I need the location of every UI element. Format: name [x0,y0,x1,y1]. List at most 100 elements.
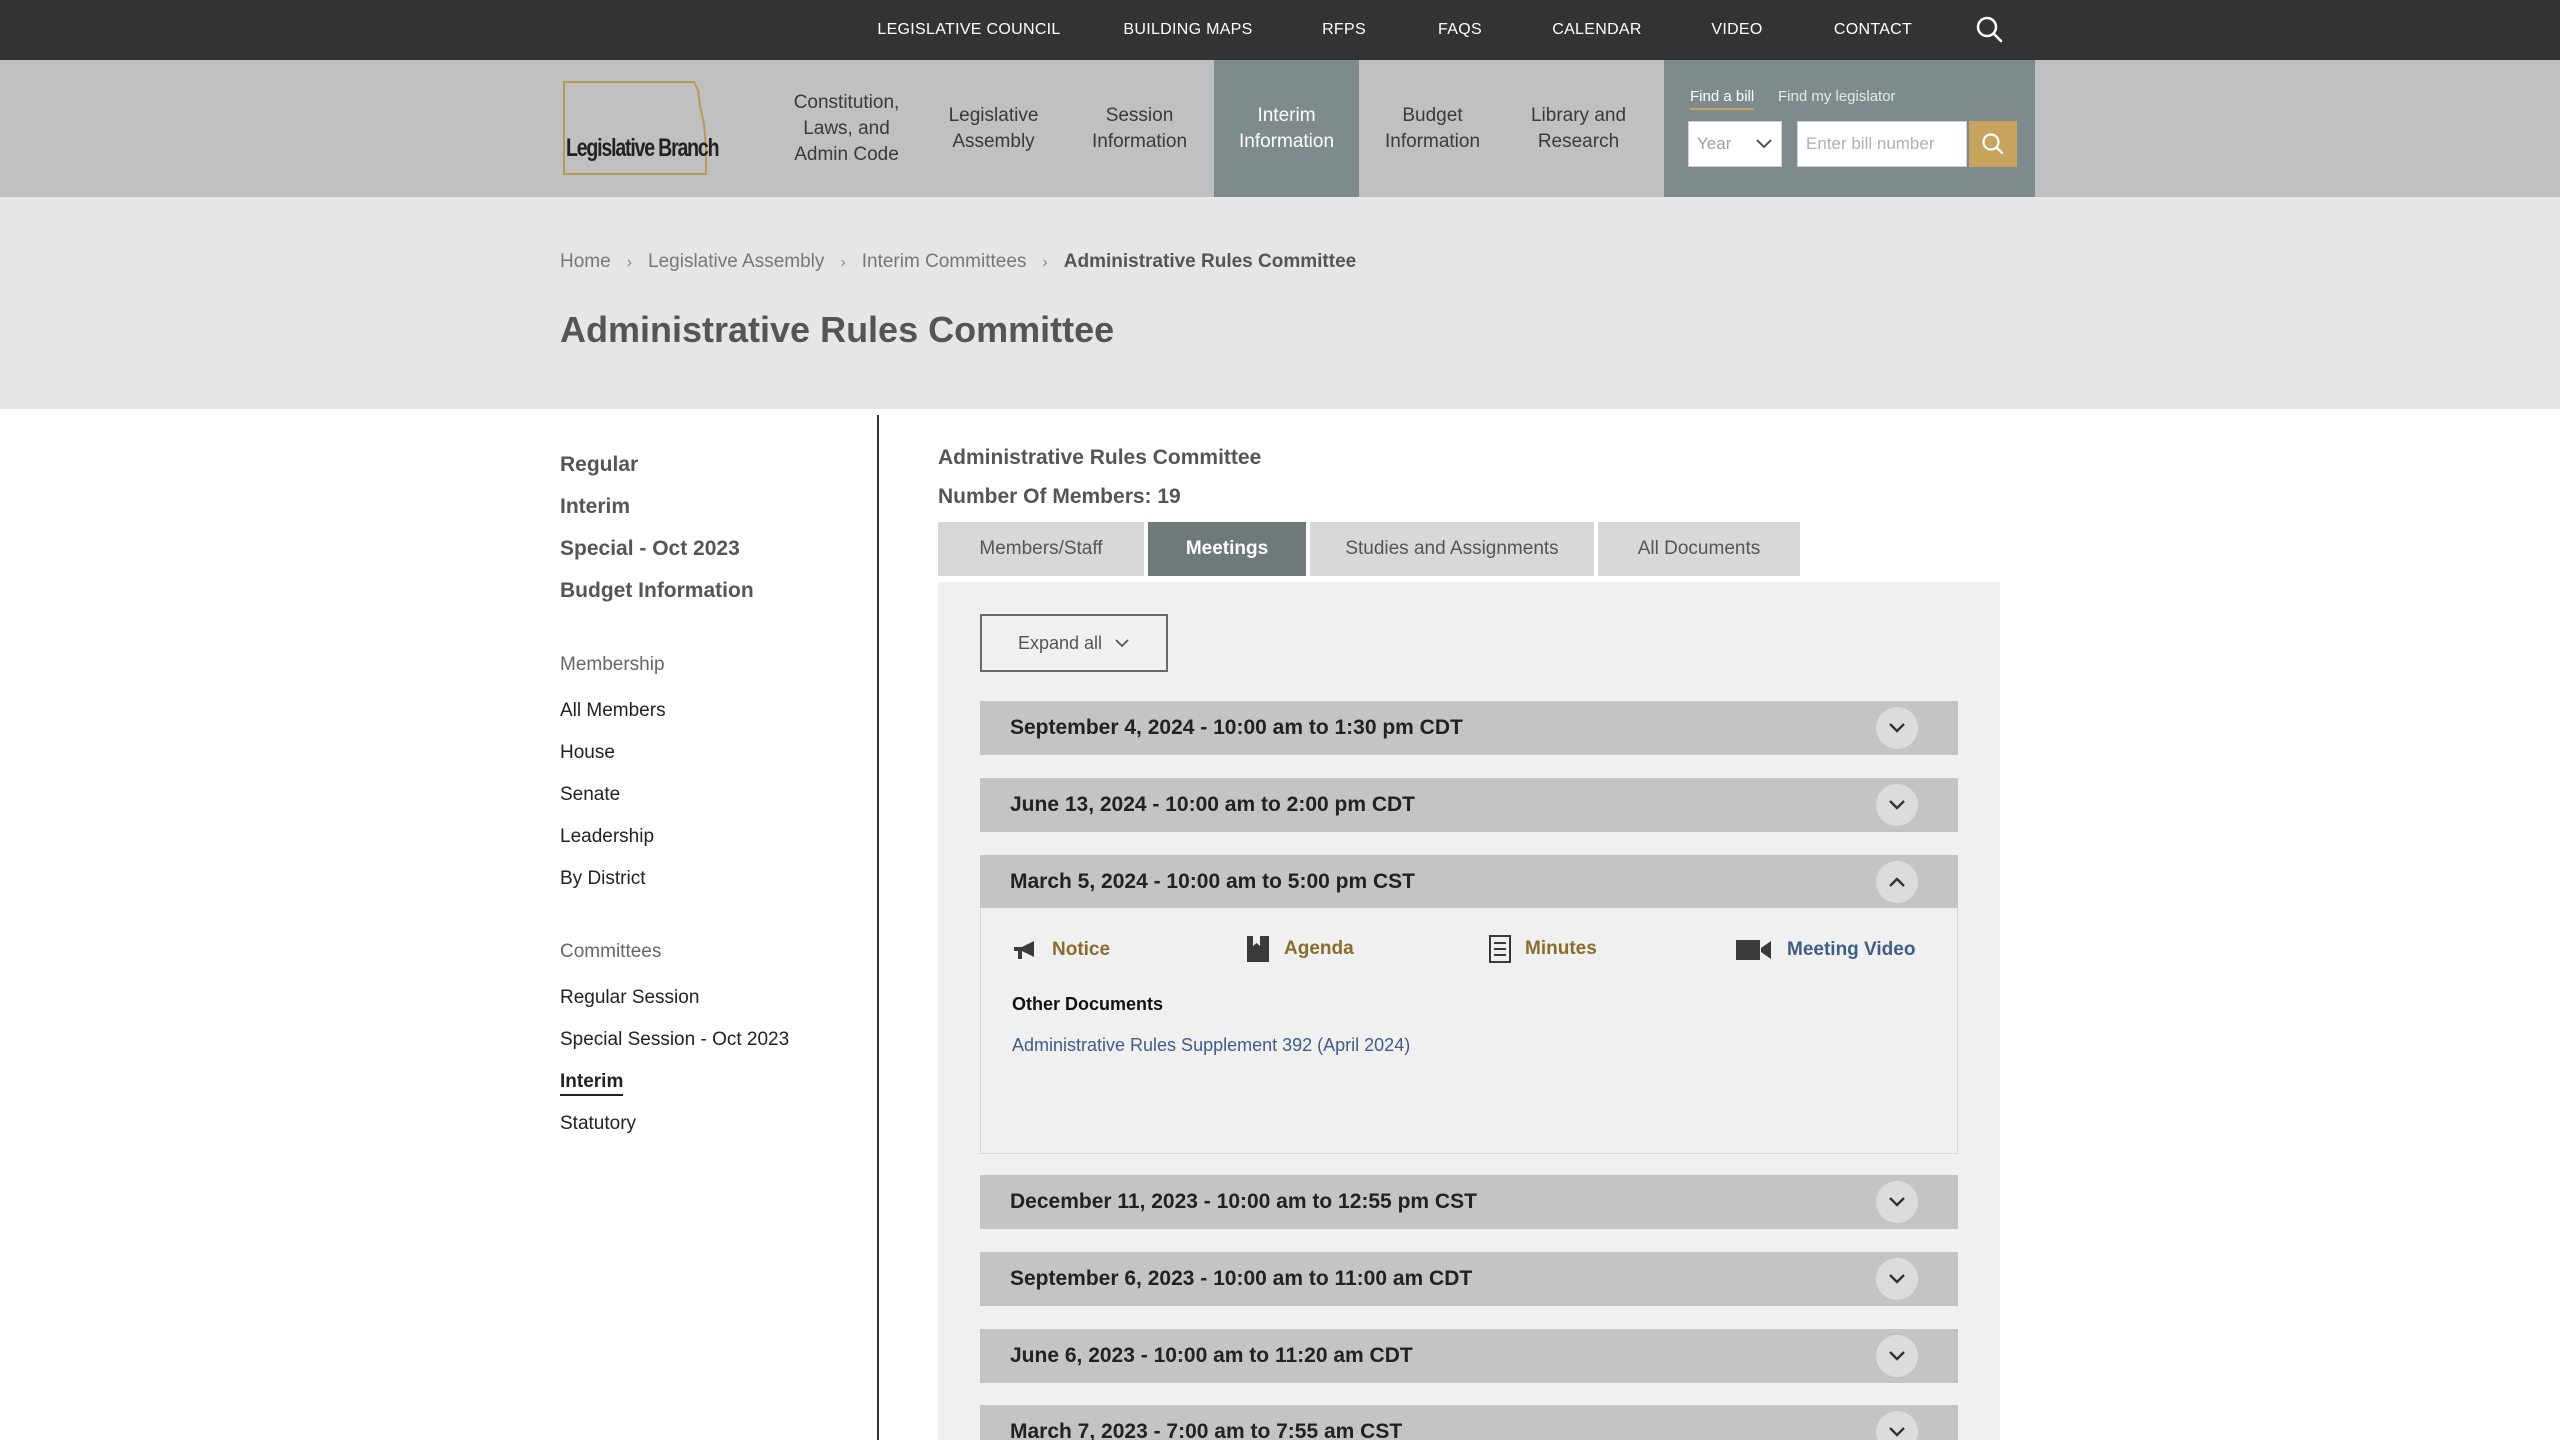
tab-meetings[interactable]: Meetings [1148,522,1306,576]
nav-interim-information[interactable]: Interim Information [1214,60,1359,197]
sidebar-link-all-members[interactable]: All Members [560,700,666,722]
sidebar-item-special-oct-2023[interactable]: Special - Oct 2023 [560,537,740,561]
chevron-down-icon [1889,1427,1905,1437]
sidebar-link-regular-session[interactable]: Regular Session [560,987,699,1009]
meeting-row[interactable]: June 6, 2023 - 10:00 am to 11:20 am CDT [980,1329,1958,1383]
meetings-panel: Expand all September 4, 2024 - 10:00 am … [938,582,2000,1440]
nav-legislative-assembly[interactable]: Legislative Assembly [921,60,1066,197]
nav-library-and-research[interactable]: Library and Research [1506,60,1651,197]
breadcrumb: Home › Legislative Assembly › Interim Commit… [560,251,1356,273]
chevron-up-icon [1889,877,1905,887]
expand-toggle[interactable] [1876,1181,1918,1223]
util-link-contact[interactable]: CONTACT [1834,0,1912,60]
util-link-legislative-council[interactable]: LEGISLATIVE COUNCIL [877,0,1060,60]
agenda-label: Agenda [1284,938,1354,959]
meeting-date: September 6, 2023 - 10:00 am to 11:00 am… [1010,1267,1473,1290]
search-icon [1982,133,2004,155]
agenda-link[interactable]: Agenda [1246,935,1354,963]
sidebar-item-regular[interactable]: Regular [560,453,638,477]
sidebar-link-house[interactable]: House [560,742,615,764]
breadcrumb-separator: › [840,254,846,271]
util-link-rfps[interactable]: RFPS [1322,0,1366,60]
expand-toggle[interactable] [1876,1258,1918,1300]
chevron-down-icon [1889,800,1905,810]
state-outline-icon [563,81,707,175]
tab-members-staff[interactable]: Members/Staff [938,522,1144,576]
minutes-label: Minutes [1525,938,1597,959]
find-bill-search-button[interactable] [1969,121,2017,167]
tab-studies-and-assignments[interactable]: Studies and Assignments [1310,522,1594,576]
logo-text: Legislative Branch [566,134,720,162]
meeting-video-link[interactable]: Meeting Video [1735,938,1915,962]
chevron-down-icon [1889,1274,1905,1284]
notice-link[interactable]: Notice [1012,938,1110,962]
meeting-date: September 4, 2024 - 10:00 am to 1:30 pm … [1010,716,1463,739]
breadcrumb-interim-committees[interactable]: Interim Committees [862,251,1027,272]
legislative-branch-logo[interactable]: Legislative Branch [560,78,720,178]
util-link-faqs[interactable]: FAQS [1438,0,1482,60]
find-bill-panel: Find a bill Find my legislator Year [1664,60,2035,197]
site-search-button[interactable] [1974,14,2006,46]
expand-all-button[interactable]: Expand all [980,614,1168,672]
page-title: Administrative Rules Committee [560,309,1115,350]
meeting-date: December 11, 2023 - 10:00 am to 12:55 pm… [1010,1190,1477,1213]
chevron-down-icon [1115,639,1129,648]
breadcrumb-separator: › [626,254,633,271]
breadcrumb-home[interactable]: Home [560,251,611,272]
util-link-calendar[interactable]: CALENDAR [1552,0,1642,60]
year-select-label: Year [1697,134,1732,153]
main-header: Legislative Branch Constitution, Laws, a… [0,60,2560,197]
nav-constitution-laws-admin-code[interactable]: Constitution, Laws, and Admin Code [774,60,919,197]
bill-number-input[interactable] [1797,121,1967,167]
nav-budget-information[interactable]: Budget Information [1360,60,1505,197]
meeting-date: March 7, 2023 - 7:00 am to 7:55 am CST [1010,1420,1403,1440]
chevron-down-icon [1889,1351,1905,1361]
expand-toggle[interactable] [1876,1411,1918,1440]
sidebar-link-leadership[interactable]: Leadership [560,826,654,848]
meeting-row[interactable]: September 6, 2023 - 10:00 am to 11:00 am… [980,1252,1958,1306]
sidebar-heading-membership: Membership [560,654,665,675]
sidebar-link-statutory[interactable]: Statutory [560,1113,636,1135]
search-icon [1976,16,2003,43]
sidebar-item-interim[interactable]: Interim [560,495,630,519]
committee-name: Administrative Rules Committee [938,446,1262,469]
breadcrumb-legislative-assembly[interactable]: Legislative Assembly [648,251,824,272]
meeting-date: June 6, 2023 - 10:00 am to 11:20 am CDT [1010,1344,1413,1367]
year-select[interactable]: Year [1688,121,1782,167]
nav-session-information[interactable]: Session Information [1067,60,1212,197]
notice-label: Notice [1052,939,1111,960]
other-document-link[interactable]: Administrative Rules Supplement 392 (Apr… [1012,1035,1410,1056]
expand-toggle[interactable] [1876,1335,1918,1377]
meeting-video-label: Meeting Video [1787,939,1916,960]
meeting-row[interactable]: March 7, 2023 - 7:00 am to 7:55 am CST [980,1405,1958,1440]
meeting-details: Notice Agenda Minutes Meeting Video Othe… [980,908,1958,1154]
document-lines-icon [1489,935,1511,963]
sidebar-link-interim[interactable]: Interim [560,1071,624,1096]
sidebar-link-by-district[interactable]: By District [560,868,646,890]
tab-all-documents[interactable]: All Documents [1598,522,1800,576]
sidebar-divider [877,415,879,1440]
collapse-toggle[interactable] [1876,861,1918,903]
chevron-down-icon [1756,139,1772,149]
sidebar-item-budget-information[interactable]: Budget Information [560,579,754,603]
other-documents-heading: Other Documents [1012,994,1164,1014]
expand-toggle[interactable] [1876,784,1918,826]
minutes-link[interactable]: Minutes [1489,935,1597,963]
tab-find-my-legislator[interactable]: Find my legislator [1778,88,1896,105]
sidebar-link-special-session-oct-2023[interactable]: Special Session - Oct 2023 [560,1029,789,1051]
expand-toggle[interactable] [1876,707,1918,749]
meeting-row[interactable]: September 4, 2024 - 10:00 am to 1:30 pm … [980,701,1958,755]
chevron-down-icon [1889,723,1905,733]
tab-find-a-bill[interactable]: Find a bill [1690,88,1755,110]
meeting-row[interactable]: December 11, 2023 - 10:00 am to 12:55 pm… [980,1175,1958,1229]
util-link-building-maps[interactable]: BUILDING MAPS [1123,0,1252,60]
sidebar-link-senate[interactable]: Senate [560,784,620,806]
expand-all-label: Expand all [1017,632,1103,653]
util-link-video[interactable]: VIDEO [1711,0,1762,60]
chevron-down-icon [1889,1197,1905,1207]
meeting-row-expanded[interactable]: March 5, 2024 - 10:00 am to 5:00 pm CST [980,855,1958,909]
sidebar-heading-committees: Committees [560,941,662,962]
page-hero: Home › Legislative Assembly › Interim Commit… [0,197,2560,409]
megaphone-icon [1014,941,1034,959]
meeting-row[interactable]: June 13, 2024 - 10:00 am to 2:00 pm CDT [980,778,1958,832]
